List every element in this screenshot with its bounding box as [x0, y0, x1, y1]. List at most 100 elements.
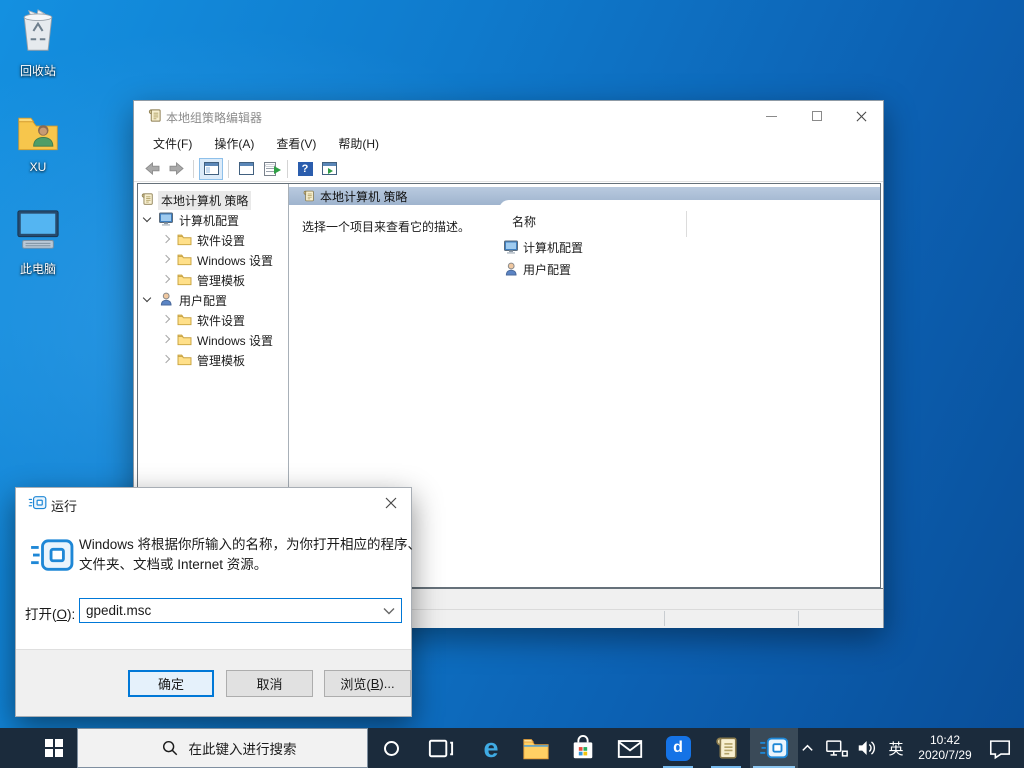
- help-button[interactable]: ?: [293, 158, 317, 180]
- chevron-right-icon[interactable]: [162, 335, 170, 343]
- tray-expand-button[interactable]: [794, 728, 820, 768]
- tree-item-software-settings[interactable]: 软件设置: [138, 229, 288, 249]
- user-config-icon: [158, 291, 174, 307]
- column-header-name[interactable]: 名称: [512, 213, 536, 230]
- tree-item-label: Windows 设置: [194, 251, 276, 270]
- chevron-right-icon[interactable]: [162, 255, 170, 263]
- ok-button[interactable]: 确定: [128, 670, 214, 697]
- cortana-button[interactable]: [372, 728, 410, 768]
- chevron-down-icon[interactable]: [143, 294, 151, 302]
- search-icon: [161, 739, 179, 757]
- ime-indicator[interactable]: 英: [882, 728, 910, 768]
- mail-button[interactable]: [608, 728, 652, 768]
- gpedit-taskbar-button[interactable]: [703, 728, 749, 768]
- clock-time: 10:42: [930, 733, 960, 748]
- desktop-icon-label: XU: [0, 160, 76, 174]
- toolbar-separator: [193, 160, 194, 178]
- folder-icon: [177, 273, 192, 286]
- volume-tray-button[interactable]: [852, 728, 882, 768]
- open-combobox-value[interactable]: gpedit.msc: [86, 603, 383, 618]
- properties-button[interactable]: [234, 158, 258, 180]
- run-description: Windows 将根据你所输入的名称，为你打开相应的程序、 文件夹、文档或 In…: [79, 535, 421, 575]
- open-combobox[interactable]: gpedit.msc: [79, 598, 402, 623]
- tree-item-windows-settings[interactable]: Windows 设置: [138, 329, 288, 349]
- close-button[interactable]: [839, 101, 884, 131]
- close-button[interactable]: [368, 488, 413, 518]
- tree-item-windows-settings[interactable]: Windows 设置: [138, 249, 288, 269]
- volume-icon: [857, 738, 878, 758]
- list-item-user-config[interactable]: 用户配置: [503, 259, 571, 279]
- tree-item-label: 软件设置: [194, 311, 248, 330]
- desktop-icon-label: 回收站: [0, 62, 76, 79]
- user-folder-icon: [17, 114, 59, 152]
- tree-item-admin-templates[interactable]: 管理模板: [138, 269, 288, 289]
- file-explorer-button[interactable]: [514, 728, 558, 768]
- edge-button[interactable]: e: [470, 728, 512, 768]
- maximize-button[interactable]: [794, 101, 839, 131]
- menu-file[interactable]: 文件(F): [142, 131, 203, 156]
- run-icon: [759, 736, 789, 761]
- chevron-down-icon[interactable]: [383, 607, 395, 615]
- back-button[interactable]: [140, 158, 164, 180]
- run-description-line1: Windows 将根据你所输入的名称，为你打开相应的程序、: [79, 535, 421, 555]
- minimize-button[interactable]: [749, 101, 794, 131]
- browse-label-suffix: )...: [379, 676, 394, 691]
- tree-item-software-settings[interactable]: 软件设置: [138, 309, 288, 329]
- desktop-icon-user-folder[interactable]: XU: [0, 114, 76, 174]
- tree-item-label: 计算机配置: [176, 211, 242, 230]
- export-list-icon: [264, 162, 276, 176]
- forward-button[interactable]: [164, 158, 188, 180]
- export-list-button[interactable]: [258, 158, 282, 180]
- tree-item-user-config[interactable]: 用户配置: [138, 289, 288, 309]
- folder-icon: [177, 313, 192, 326]
- tree-item-local-computer-policy[interactable]: 本地计算机 策略: [138, 189, 288, 209]
- network-tray-button[interactable]: [822, 728, 852, 768]
- chevron-right-icon[interactable]: [162, 355, 170, 363]
- chevron-right-icon[interactable]: [162, 275, 170, 283]
- network-icon: [825, 738, 849, 759]
- action-center-button[interactable]: [982, 728, 1018, 768]
- run-titlebar[interactable]: 运行: [16, 488, 411, 518]
- task-view-button[interactable]: [420, 728, 460, 768]
- chevron-right-icon[interactable]: [162, 235, 170, 243]
- column-separator[interactable]: [686, 211, 687, 237]
- taskbar-search-box[interactable]: 在此键入进行搜索: [77, 728, 368, 768]
- show-action-pane-button[interactable]: [317, 158, 341, 180]
- start-button[interactable]: [31, 728, 77, 768]
- browse-label-prefix: 浏览(: [340, 674, 370, 693]
- desktop-icon-recycle-bin[interactable]: 回收站: [0, 8, 76, 79]
- store-button[interactable]: [561, 728, 605, 768]
- list-item-label: 用户配置: [523, 261, 571, 278]
- d-app-icon: d: [666, 736, 691, 761]
- list-item-computer-config[interactable]: 计算机配置: [503, 237, 583, 257]
- tree-item-label: 软件设置: [194, 231, 248, 250]
- toolbar-separator: [228, 160, 229, 178]
- taskbar: 在此键入进行搜索 e d: [0, 728, 1024, 768]
- console-tree-icon: [204, 162, 219, 175]
- desktop-icon-this-pc[interactable]: 此电脑: [0, 206, 76, 277]
- browse-button[interactable]: 浏览(B)...: [324, 670, 411, 697]
- menu-action[interactable]: 操作(A): [203, 131, 265, 156]
- store-icon: [570, 735, 596, 761]
- tree-item-admin-templates[interactable]: 管理模板: [138, 349, 288, 369]
- folder-icon: [177, 233, 192, 246]
- tree-item-label: 本地计算机 策略: [158, 191, 251, 210]
- tree-item-label: 管理模板: [194, 351, 248, 370]
- run-taskbar-button[interactable]: [750, 728, 798, 768]
- taskbar-clock[interactable]: 10:42 2020/7/29: [908, 728, 982, 768]
- scroll-icon: [302, 189, 315, 203]
- d-app-button[interactable]: d: [655, 728, 701, 768]
- menu-view[interactable]: 查看(V): [265, 131, 327, 156]
- dialog-title: 运行: [51, 496, 77, 515]
- run-dialog: 运行 Windows 将根据你所输入的名称，为你打开相应的程序、 文件夹、文档或…: [15, 487, 412, 717]
- chevron-right-icon[interactable]: [162, 315, 170, 323]
- window-title: 本地组策略编辑器: [166, 109, 262, 126]
- gpedit-titlebar[interactable]: 本地组策略编辑器: [134, 101, 883, 131]
- cancel-button[interactable]: 取消: [226, 670, 313, 697]
- tree-item-computer-config[interactable]: 计算机配置: [138, 209, 288, 229]
- show-console-tree-button[interactable]: [199, 158, 223, 180]
- open-label-accesskey: O: [57, 607, 68, 622]
- chevron-down-icon[interactable]: [143, 214, 151, 222]
- recycle-bin-icon: [16, 8, 60, 54]
- menu-help[interactable]: 帮助(H): [327, 131, 390, 156]
